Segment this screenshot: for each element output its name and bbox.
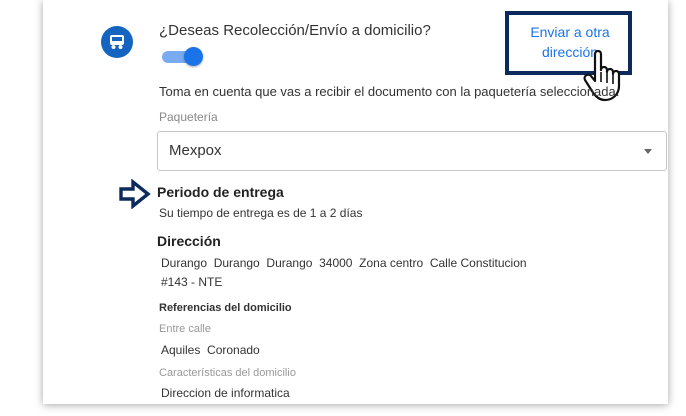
delivery-truck-icon xyxy=(101,26,133,58)
home-delivery-toggle[interactable] xyxy=(162,47,203,67)
carrier-label: Paquetería xyxy=(159,110,218,124)
delivery-period-text: Su tiempo de entrega es de 1 a 2 días xyxy=(159,206,363,220)
address-line1: Durango Durango Durango 34000 Zona centr… xyxy=(161,256,527,270)
right-arrow-icon xyxy=(119,178,151,210)
address-line2: #143 - NTE xyxy=(161,275,223,289)
address-references-title: Referencias del domicilio xyxy=(159,302,292,314)
home-delivery-question: ¿Deseas Recolección/Envío a domicilio? xyxy=(159,22,431,39)
carrier-select[interactable]: Mexpox xyxy=(157,131,667,171)
between-streets-label: Entre calle xyxy=(159,323,211,335)
characteristics-label: Características del domicilio xyxy=(159,367,296,379)
address-title: Dirección xyxy=(157,233,221,249)
toggle-thumb xyxy=(184,47,203,66)
send-other-address-line1: Enviar a otra xyxy=(530,24,610,40)
delivery-period-title: Periodo de entrega xyxy=(157,184,284,200)
carrier-select-value: Mexpox xyxy=(169,142,222,159)
between-streets-value: Aquiles Coronado xyxy=(161,343,260,357)
chevron-down-icon xyxy=(644,149,652,154)
shipping-card: ¿Deseas Recolección/Envío a domicilio? E… xyxy=(43,0,668,404)
carrier-notice: Toma en cuenta que vas a recibir el docu… xyxy=(159,84,620,99)
characteristics-value: Direccion de informatica xyxy=(161,386,290,400)
